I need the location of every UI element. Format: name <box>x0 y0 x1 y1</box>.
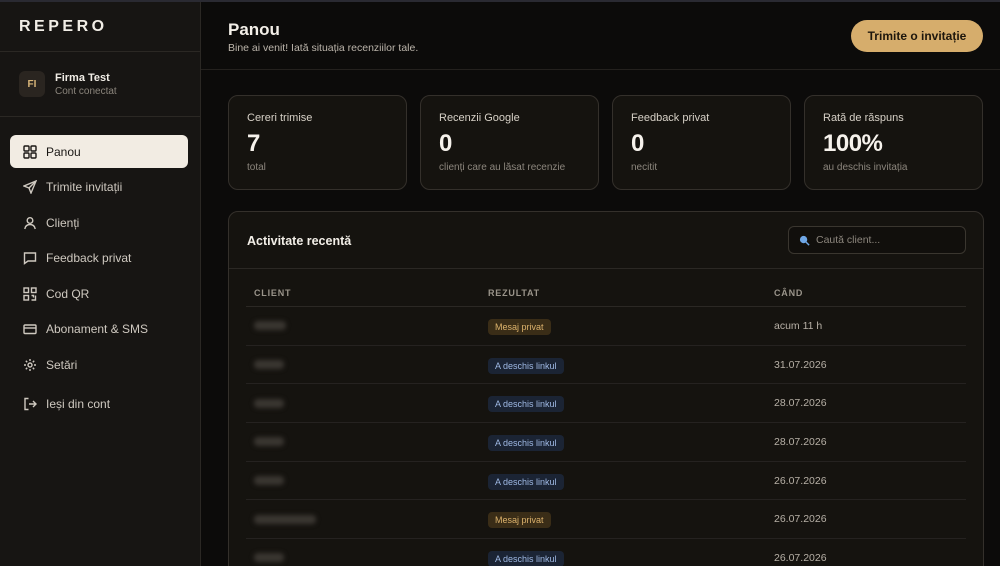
sidebar-item-setari[interactable]: Setări <box>10 348 188 381</box>
result-badge: Mesaj privat <box>488 318 551 335</box>
row-time: acum 11 h <box>774 319 823 332</box>
sidebar-item-logout[interactable]: Ieși din cont <box>10 387 188 420</box>
stat-card-google-reviews: Recenzii Google 0 clienți care au lăsat … <box>420 95 599 190</box>
sidebar-item-label: Feedback privat <box>46 251 132 265</box>
stat-value: 100% <box>823 130 883 157</box>
client-name-redacted <box>254 398 284 408</box>
table-row[interactable]: A deschis linkul 28.07.2026 <box>246 423 966 462</box>
stats-row: Cereri trimise 7 total Recenzii Google 0… <box>228 95 983 190</box>
stat-value: 7 <box>247 130 260 157</box>
stat-value: 0 <box>439 130 452 157</box>
search-box <box>788 226 966 254</box>
avatar: FI <box>19 71 45 97</box>
sidebar-item-clienti[interactable]: Clienți <box>10 206 188 239</box>
result-badge: A deschis linkul <box>488 473 564 490</box>
row-time: 26.07.2026 <box>774 474 827 487</box>
stat-value: 0 <box>631 130 644 157</box>
recent-activity-panel: Activitate recentă CLIENT REZULTAT CÂND … <box>228 211 984 566</box>
sidebar-item-label: Clienți <box>46 215 80 230</box>
qr-icon <box>22 286 37 301</box>
sidebar-item-label: Ieși din cont <box>46 396 111 411</box>
stat-card-private-feedback: Feedback privat 0 necitit <box>612 95 791 190</box>
stat-label: Cereri trimise <box>247 112 313 124</box>
account-status: Cont conectat <box>55 85 117 97</box>
brand-logo[interactable]: REPERO <box>0 2 200 52</box>
panel-title: Activitate recentă <box>247 234 352 248</box>
sidebar-item-trimite-invitatii[interactable]: Trimite invitații <box>10 171 188 204</box>
page-header: Panou Bine ai venit! Iată situația recen… <box>201 2 1000 70</box>
row-time: 28.07.2026 <box>774 435 827 448</box>
client-name-redacted <box>254 321 286 331</box>
sidebar-item-feedback-privat[interactable]: Feedback privat <box>10 242 188 275</box>
client-name-redacted <box>254 437 284 447</box>
sidebar: REPERO FI Firma Test Cont conectat Panou… <box>0 2 201 566</box>
account-card: FI Firma Test Cont conectat <box>0 52 200 117</box>
main-content: Panou Bine ai venit! Iată situația recen… <box>201 2 1000 566</box>
sidebar-item-label: Panou <box>46 144 81 159</box>
stat-card-response-rate: Rată de răspuns 100% au deschis invitați… <box>804 95 983 190</box>
page-title: Panou <box>228 20 280 39</box>
gear-icon <box>22 357 37 372</box>
table-header: CLIENT REZULTAT CÂND <box>246 280 966 307</box>
result-badge: A deschis linkul <box>488 550 564 566</box>
search-icon <box>799 234 811 246</box>
sidebar-item-label: Setări <box>46 357 78 372</box>
table-row[interactable]: A deschis linkul 31.07.2026 <box>246 346 966 385</box>
table-row[interactable]: A deschis linkul 26.07.2026 <box>246 462 966 501</box>
client-name-redacted <box>254 360 284 370</box>
stat-hint: necitit <box>631 162 658 173</box>
column-header-when: CÂND <box>774 288 804 298</box>
grid-icon <box>22 144 37 159</box>
row-time: 26.07.2026 <box>774 513 827 526</box>
sidebar-item-label: Trimite invitații <box>46 180 123 194</box>
row-time: 26.07.2026 <box>774 551 827 564</box>
table-row[interactable]: Mesaj privat 26.07.2026 <box>246 500 966 540</box>
table-row[interactable]: Mesaj privat acum 11 h <box>246 307 966 346</box>
sidebar-item-cod-qr[interactable]: Cod QR <box>10 277 188 310</box>
column-header-client: CLIENT <box>254 288 292 298</box>
stat-card-requests: Cereri trimise 7 total <box>228 95 407 190</box>
card-icon <box>22 322 37 337</box>
result-badge: A deschis linkul <box>488 434 564 451</box>
stat-hint: total <box>247 162 266 173</box>
app-window: REPERO FI Firma Test Cont conectat Panou… <box>0 0 1000 566</box>
sidebar-item-label: Abonament & SMS <box>46 322 149 336</box>
account-name: Firma Test <box>55 71 110 84</box>
column-header-result: REZULTAT <box>488 288 540 298</box>
client-name-redacted <box>254 476 284 486</box>
result-badge: Mesaj privat <box>488 512 551 529</box>
activity-table: CLIENT REZULTAT CÂND Mesaj privat acum 1… <box>246 280 966 566</box>
row-time: 31.07.2026 <box>774 358 827 371</box>
stat-label: Rată de răspuns <box>823 112 904 124</box>
page-subtitle: Bine ai venit! Iată situația recenziilor… <box>228 42 419 54</box>
stat-label: Recenzii Google <box>439 112 520 124</box>
sidebar-item-abonament-sms[interactable]: Abonament & SMS <box>10 313 188 346</box>
client-name-redacted <box>254 514 316 524</box>
client-name-redacted <box>254 553 284 563</box>
table-row[interactable]: A deschis linkul 26.07.2026 <box>246 539 966 566</box>
stat-label: Feedback privat <box>631 112 710 124</box>
result-badge: A deschis linkul <box>488 357 564 374</box>
table-row[interactable]: A deschis linkul 28.07.2026 <box>246 384 966 424</box>
sidebar-item-panou[interactable]: Panou <box>10 135 188 168</box>
send-icon <box>22 180 37 195</box>
stat-hint: clienți care au lăsat recenzie <box>439 162 566 173</box>
user-icon <box>22 215 37 230</box>
search-input[interactable] <box>816 234 956 246</box>
sidebar-nav: Panou Trimite invitații Clienți Feedback… <box>0 117 200 420</box>
send-invitation-button[interactable]: Trimite o invitație <box>851 20 983 52</box>
row-time: 28.07.2026 <box>774 397 827 410</box>
sidebar-item-label: Cod QR <box>46 286 90 301</box>
stat-hint: au deschis invitația <box>823 162 908 173</box>
panel-header: Activitate recentă <box>229 212 983 269</box>
message-icon <box>22 251 37 266</box>
logout-icon <box>22 396 37 411</box>
result-badge: A deschis linkul <box>488 396 564 413</box>
